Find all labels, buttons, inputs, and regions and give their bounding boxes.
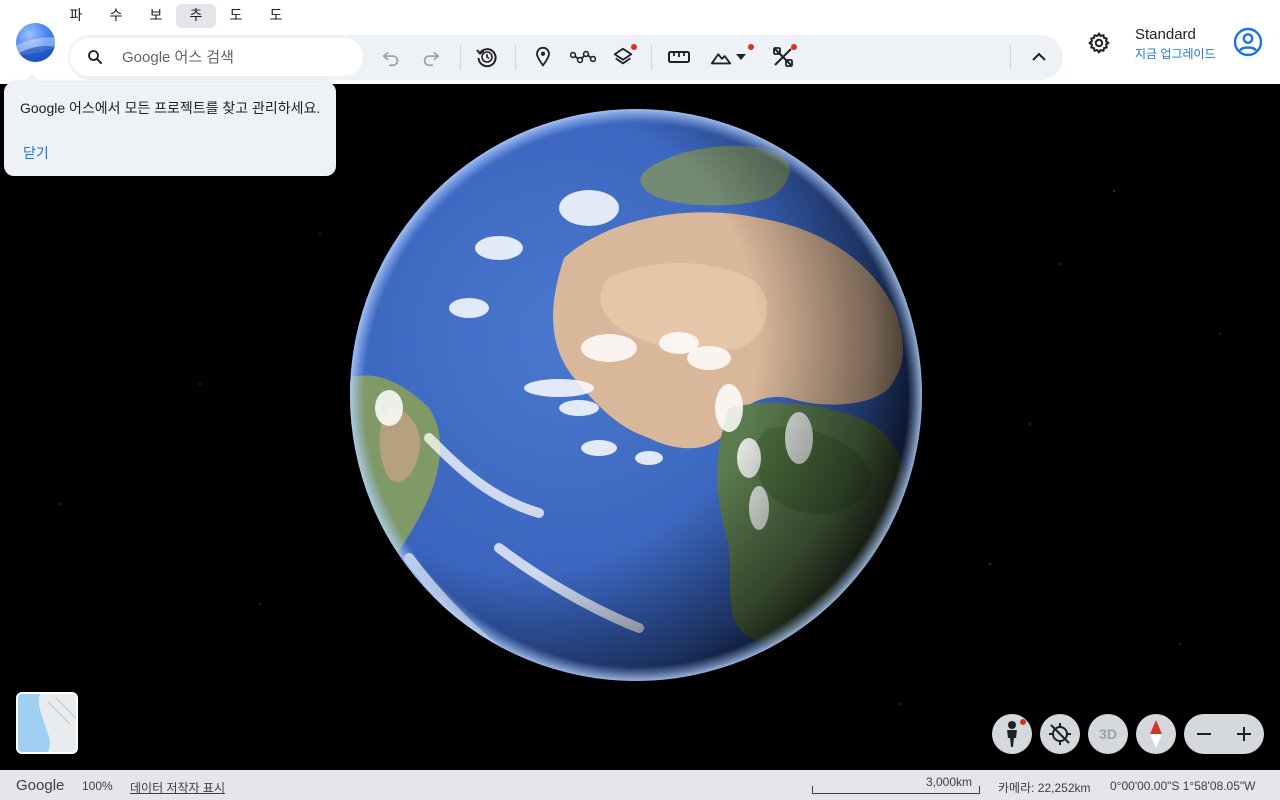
toolbar-divider — [460, 45, 461, 70]
location-off-icon — [1049, 723, 1071, 745]
plan-name: Standard — [1135, 26, 1196, 43]
map-style-button[interactable] — [704, 43, 754, 71]
zoom-controls — [1184, 714, 1264, 754]
toggle-3d-button[interactable]: 3D — [1088, 714, 1128, 754]
menu-item-help[interactable]: 도 — [256, 4, 296, 28]
map-thumbnail-icon — [18, 694, 76, 752]
add-placemark-icon — [536, 46, 550, 67]
search-input[interactable] — [122, 43, 352, 71]
upgrade-link[interactable]: 지금 업그레이드 — [1135, 45, 1216, 62]
zoom-out-button[interactable] — [1184, 714, 1224, 754]
menu-item-tools[interactable]: 도 — [216, 4, 256, 28]
redo-icon — [423, 51, 440, 67]
map-view[interactable]: 3D — [0, 84, 1280, 770]
tools-button[interactable] — [769, 43, 797, 71]
toolbar-divider — [1010, 45, 1011, 70]
pegman-icon — [1007, 721, 1017, 747]
menu-item-add[interactable]: 추 — [176, 4, 216, 28]
toolbar-divider — [651, 45, 652, 70]
scale-bar — [812, 786, 980, 794]
minus-icon — [1197, 733, 1211, 735]
toolbar-divider — [515, 45, 516, 70]
historical-imagery-button[interactable] — [473, 43, 501, 71]
google-earth-logo-icon[interactable] — [16, 23, 55, 62]
google-brand: Google — [16, 777, 65, 794]
notification-dot — [791, 44, 797, 50]
my-location-button[interactable] — [1040, 714, 1080, 754]
settings-button[interactable] — [1085, 29, 1113, 57]
menu-item-file[interactable]: 파 — [56, 4, 96, 28]
base-map-thumbnail[interactable] — [16, 692, 78, 754]
layers-button[interactable] — [609, 43, 637, 71]
toggle-3d-label: 3D — [1099, 726, 1117, 742]
compass-icon — [1150, 720, 1162, 748]
notification-dot — [748, 44, 754, 50]
add-placemark-button[interactable] — [529, 43, 557, 71]
menu-item-edit[interactable]: 수 — [96, 4, 136, 28]
top-bar: 파 수 보 추 도 도 Google 어스 검색 Standard 지금 업그레… — [0, 0, 1280, 84]
earth-globe[interactable] — [349, 108, 924, 683]
tooltip-close-button[interactable]: 닫기 — [23, 143, 49, 163]
menu-item-view[interactable]: 보 — [136, 4, 176, 28]
chevron-up-icon — [1032, 52, 1046, 61]
map-style-icon — [710, 53, 731, 65]
account-icon — [1233, 27, 1263, 57]
compass-button[interactable] — [1136, 714, 1176, 754]
main-menu: 파 수 보 추 도 도 — [56, 4, 296, 28]
plus-icon — [1237, 727, 1251, 741]
notification-dot — [631, 44, 637, 50]
camera-altitude: 카메라: 22,252km — [998, 781, 1091, 795]
account-button[interactable] — [1232, 26, 1264, 58]
data-attribution-link[interactable]: 데이터 저작자 표시 — [130, 779, 225, 796]
status-bar: Google 100% 데이터 저작자 표시 3,000km 카메라: 22,2… — [0, 770, 1280, 800]
chevron-down-icon — [735, 54, 746, 60]
street-view-button[interactable] — [992, 714, 1032, 754]
gear-icon — [1088, 32, 1110, 54]
measure-button[interactable] — [665, 43, 693, 71]
layers-icon — [613, 47, 633, 65]
measure-icon — [668, 51, 690, 63]
undo-icon — [382, 51, 399, 67]
search-icon[interactable] — [86, 48, 104, 66]
draw-path-button[interactable] — [569, 43, 597, 71]
tooltip-message: Google 어스에서 모든 프로젝트를 찾고 관리하세요. — [20, 100, 321, 116]
projects-tooltip: Google 어스에서 모든 프로젝트를 찾고 관리하세요. 닫기 — [4, 82, 336, 176]
zoom-level: 100% — [82, 779, 113, 793]
collapse-toolbar-button[interactable] — [1025, 43, 1053, 71]
redo-button[interactable] — [417, 43, 445, 71]
toolbar — [68, 35, 1063, 80]
search-box — [70, 38, 363, 76]
historical-imagery-icon — [476, 48, 497, 68]
coordinates-readout: 0°00'00.00"S 1°58'08.05"W — [1110, 779, 1256, 793]
zoom-in-button[interactable] — [1224, 714, 1264, 754]
undo-button[interactable] — [377, 43, 405, 71]
notification-dot — [1020, 719, 1026, 725]
draw-path-icon — [570, 50, 596, 64]
